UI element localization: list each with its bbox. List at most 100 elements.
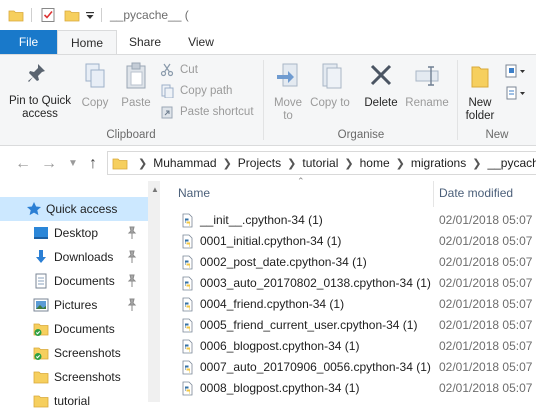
python-file-icon xyxy=(182,318,193,333)
new-item-icon[interactable] xyxy=(505,63,527,79)
sidebar-item-screenshots-synced[interactable]: Screenshots xyxy=(0,341,148,365)
pin-icon[interactable] xyxy=(126,274,138,288)
desktop-icon xyxy=(34,227,48,239)
table-row[interactable]: 0005_friend_current_user.cpython-34 (1) 0… xyxy=(160,315,536,336)
file-name: 0006_blogpost.cpython-34 (1) xyxy=(200,339,360,353)
sidebar-item-label: Quick access xyxy=(46,202,118,216)
clipboard-group-label: Clipboard xyxy=(106,129,156,141)
table-row[interactable]: 0002_post_date.cpython-34 (1) 02/01/2018 … xyxy=(160,252,536,273)
rename-icon xyxy=(415,66,439,86)
copy-button[interactable]: Copy xyxy=(77,61,113,110)
new-group-label: New xyxy=(485,129,509,141)
sidebar-item-label: Downloads xyxy=(54,250,114,264)
column-header-date-modified[interactable]: Date modified xyxy=(439,186,513,200)
download-icon xyxy=(36,250,46,263)
divider xyxy=(101,8,102,22)
column-header-name[interactable]: Name xyxy=(178,186,210,200)
sidebar-item-label: Screenshots xyxy=(54,346,121,360)
divider xyxy=(263,60,264,140)
window-title: __pycache__ ( xyxy=(110,8,189,22)
cut-button[interactable]: Cut xyxy=(160,61,198,79)
delete-button[interactable]: Delete xyxy=(359,61,403,110)
up-button[interactable]: ↑ xyxy=(84,155,102,173)
new-folder-button[interactable]: New folder xyxy=(460,61,500,123)
navigation-pane: Quick access Desktop Downloads Documents xyxy=(0,181,148,408)
sidebar-item-desktop[interactable]: Desktop xyxy=(0,221,148,245)
nav-pane-scrollbar[interactable]: ▲ xyxy=(148,181,160,402)
paste-shortcut-button[interactable]: Paste shortcut xyxy=(160,103,254,121)
breadcrumb-item[interactable]: __pycache__ xyxy=(487,152,536,174)
move-to-button[interactable]: Move to xyxy=(268,61,308,123)
table-row[interactable]: 0004_friend.cpython-34 (1) 02/01/2018 05:… xyxy=(160,294,536,315)
sidebar-item-label: Documents xyxy=(54,274,115,288)
paste-icon xyxy=(126,62,146,89)
back-button[interactable]: ← xyxy=(14,155,32,173)
table-row[interactable]: 0006_blogpost.cpython-34 (1) 02/01/2018 0… xyxy=(160,336,536,357)
copy-path-button[interactable]: Copy path xyxy=(160,82,232,100)
copy-to-button[interactable]: Copy to xyxy=(310,61,350,110)
star-icon xyxy=(27,202,41,216)
breadcrumb-item[interactable]: Muhammad xyxy=(153,152,216,174)
chevron-right-icon: ❯ xyxy=(395,158,405,170)
python-file-icon xyxy=(182,213,193,228)
easy-access-icon[interactable] xyxy=(505,85,527,101)
sidebar-item-quick-access[interactable]: Quick access xyxy=(0,197,148,221)
sidebar-item-documents[interactable]: Documents xyxy=(0,269,148,293)
pin-icon[interactable] xyxy=(126,226,138,240)
tab-share[interactable]: Share xyxy=(117,30,173,54)
table-row[interactable]: 0007_auto_20170906_0056.cpython-34 (1) 02… xyxy=(160,357,536,378)
paste-shortcut-icon xyxy=(161,106,173,119)
pin-to-quick-access-button[interactable]: Pin to Quick access xyxy=(3,61,77,121)
breadcrumb-item[interactable]: home xyxy=(360,152,390,174)
table-row[interactable]: 0001_initial.cpython-34 (1) 02/01/2018 05… xyxy=(160,231,536,252)
new-folder-icon[interactable] xyxy=(64,7,80,23)
file-date-modified: 02/01/2018 05:07 xyxy=(439,234,533,248)
python-file-icon xyxy=(182,339,193,354)
file-date-modified: 02/01/2018 05:07 xyxy=(439,297,533,311)
pictures-icon xyxy=(33,298,49,312)
folder-icon[interactable] xyxy=(8,7,24,23)
sidebar-item-pictures[interactable]: Pictures xyxy=(0,293,148,317)
paste-button[interactable]: Paste xyxy=(118,61,154,110)
divider xyxy=(457,60,458,140)
breadcrumb-item[interactable]: Projects xyxy=(238,152,281,174)
table-row[interactable]: 0003_auto_20170802_0138.cpython-34 (1) 02… xyxy=(160,273,536,294)
breadcrumb-item[interactable]: migrations xyxy=(411,152,466,174)
pin-icon[interactable] xyxy=(126,298,138,312)
python-file-icon xyxy=(182,255,193,270)
table-row[interactable]: 0008_blogpost.cpython-34 (1) 02/01/2018 0… xyxy=(160,378,536,399)
recent-locations-button[interactable]: ▼ xyxy=(64,155,82,173)
copy-to-label: Copy to xyxy=(310,97,350,109)
ribbon: Pin to Quick access Copy Paste Cut Copy … xyxy=(0,54,536,146)
tab-file[interactable]: File xyxy=(0,30,57,54)
column-divider[interactable] xyxy=(433,181,434,207)
folder-icon xyxy=(33,395,49,408)
customize-toolbar-icon[interactable] xyxy=(84,7,96,23)
address-bar[interactable]: ❯ Muhammad ❯ Projects ❯ tutorial ❯ home ❯ migrati… xyxy=(107,151,536,175)
sidebar-item-tutorial[interactable]: tutorial xyxy=(0,389,148,413)
pin-icon[interactable] xyxy=(126,250,138,264)
sidebar-item-downloads[interactable]: Downloads xyxy=(0,245,148,269)
ribbon-tabs: File Home Share View xyxy=(0,30,536,54)
table-row[interactable]: __init__.cpython-34 (1) 02/01/2018 05:07 xyxy=(160,210,536,231)
folder-icon xyxy=(112,158,128,170)
rename-button[interactable]: Rename xyxy=(405,61,449,110)
move-to-label: Move to xyxy=(273,97,303,122)
synced-folder-icon xyxy=(33,347,49,360)
chevron-right-icon: ❯ xyxy=(138,158,148,170)
file-name: 0001_initial.cpython-34 (1) xyxy=(200,234,342,248)
sidebar-item-documents-synced[interactable]: Documents xyxy=(0,317,148,341)
tab-view[interactable]: View xyxy=(173,30,229,54)
tab-home[interactable]: Home xyxy=(57,30,117,54)
file-date-modified: 02/01/2018 05:07 xyxy=(439,276,533,290)
file-name: 0008_blogpost.cpython-34 (1) xyxy=(200,381,360,395)
scroll-up-icon[interactable]: ▲ xyxy=(151,185,159,194)
breadcrumb-item[interactable]: tutorial xyxy=(302,152,338,174)
documents-icon xyxy=(35,273,47,289)
sidebar-item-label: Desktop xyxy=(54,226,99,240)
cut-label: Cut xyxy=(180,64,198,76)
properties-icon[interactable] xyxy=(40,7,56,23)
file-date-modified: 02/01/2018 05:07 xyxy=(439,213,533,227)
sidebar-item-screenshots[interactable]: Screenshots xyxy=(0,365,148,389)
forward-button[interactable]: → xyxy=(40,155,58,173)
